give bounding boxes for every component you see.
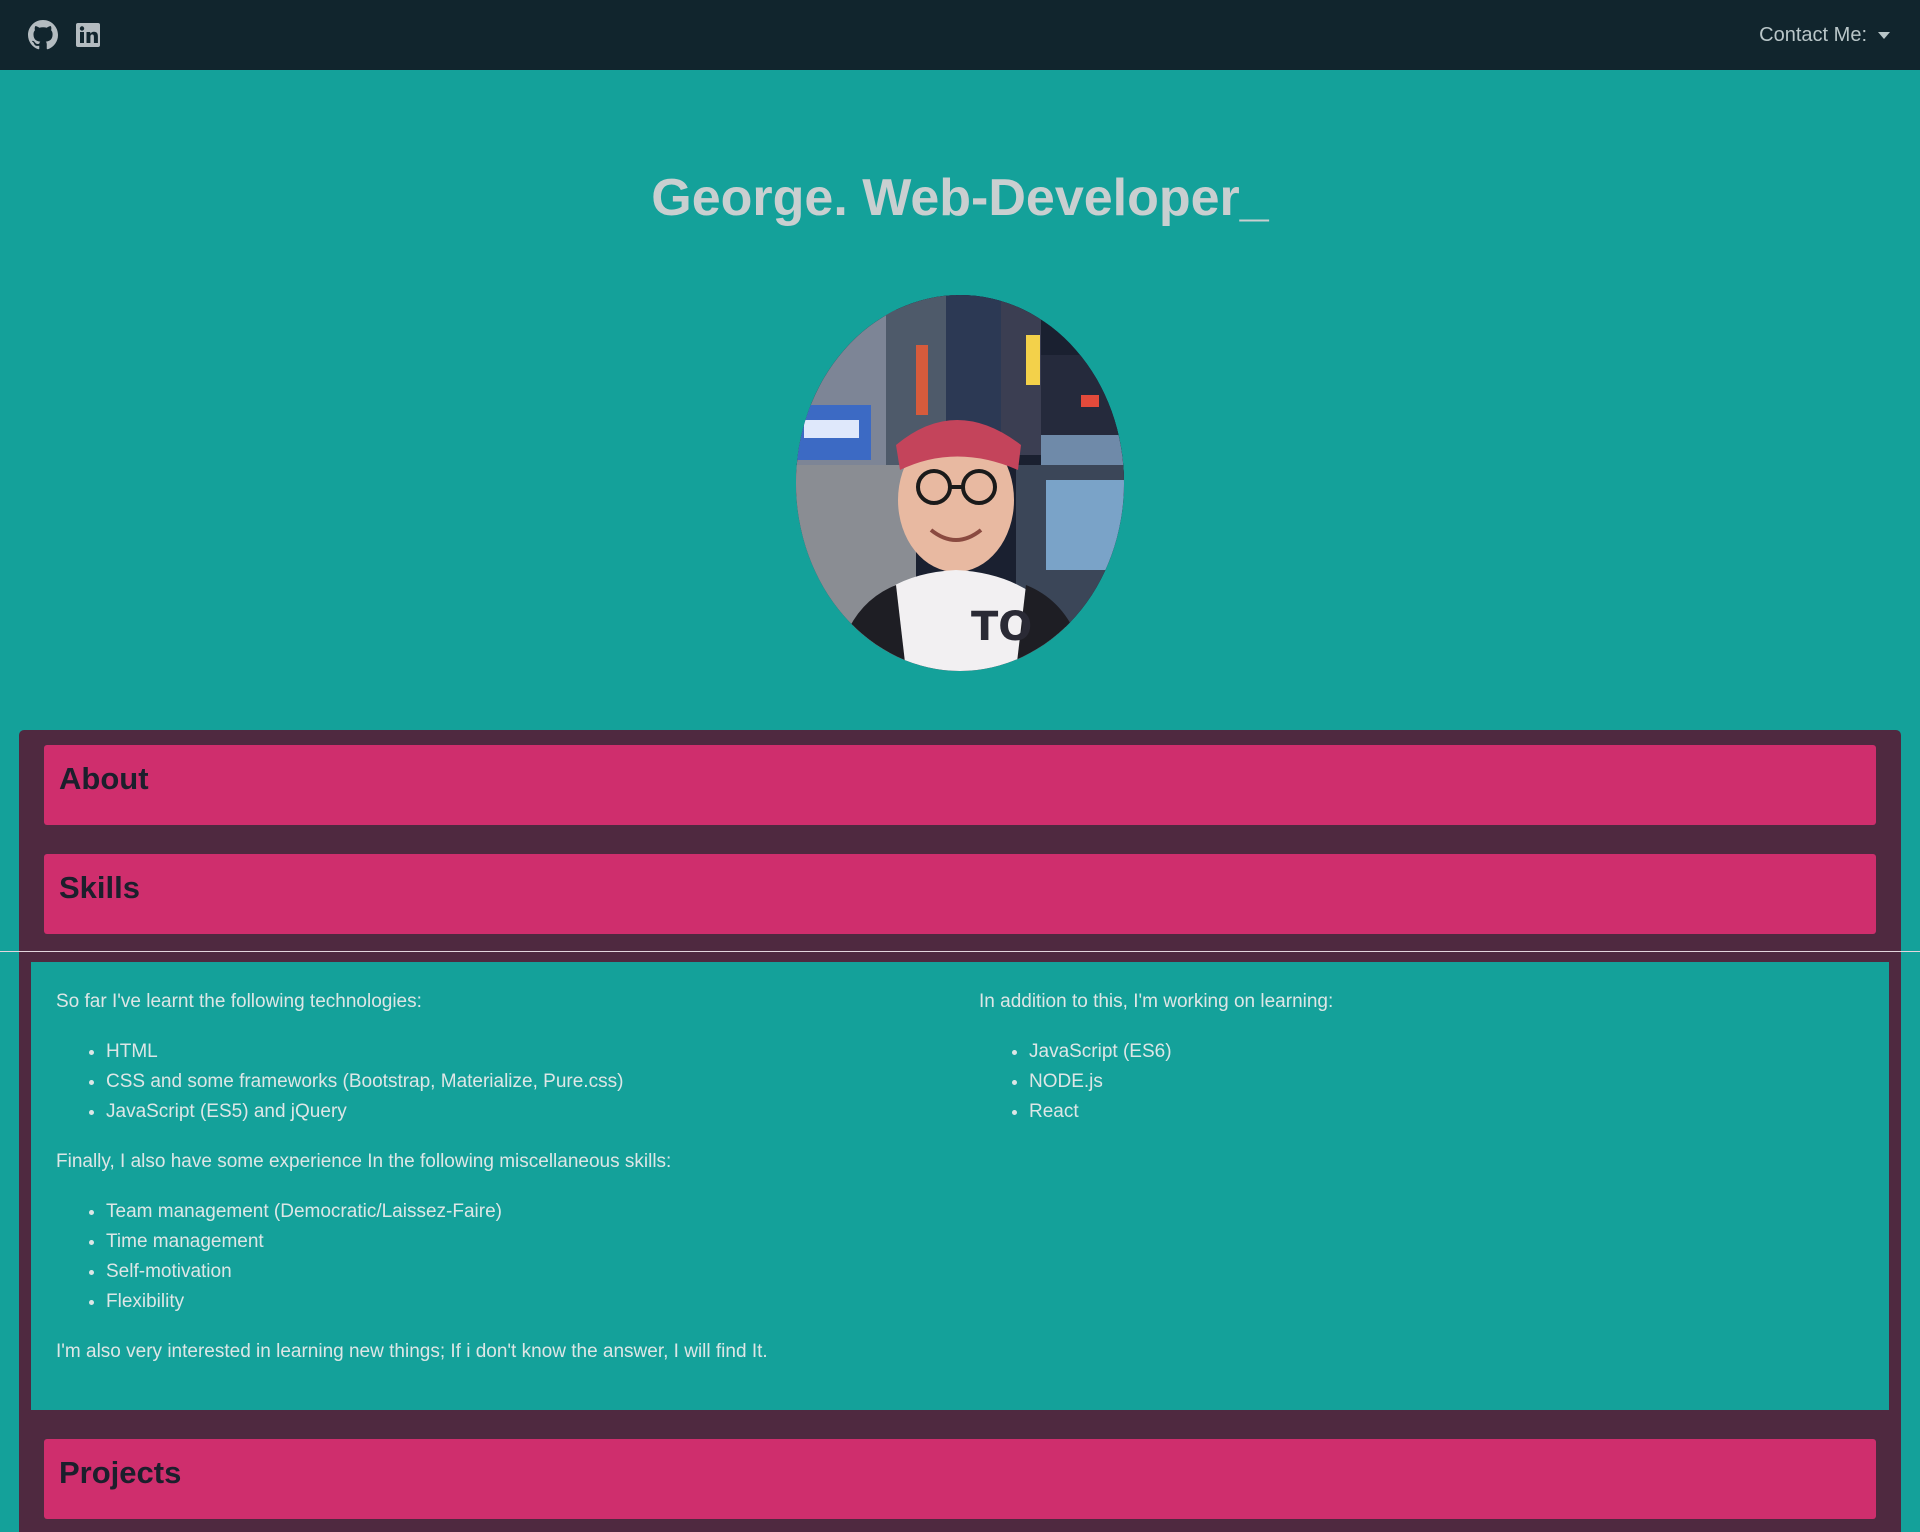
github-icon[interactable]	[28, 20, 58, 50]
list-item: React	[1029, 1097, 1859, 1127]
section-title-projects: Projects	[59, 1455, 182, 1490]
top-navbar: Contact Me:	[0, 0, 1920, 70]
skills-right-column: In addition to this, I'm working on lear…	[979, 987, 1859, 1127]
section-header-skills[interactable]: Skills	[44, 854, 1876, 934]
misc-list: Team management (Democratic/Laissez-Fair…	[56, 1197, 936, 1317]
skills-panel: So far I've learnt the following technol…	[31, 962, 1889, 1410]
learnt-intro: So far I've learnt the following technol…	[56, 991, 422, 1012]
avatar: TO	[796, 295, 1124, 671]
learnt-list: HTML CSS and some frameworks (Bootstrap,…	[56, 1037, 936, 1127]
misc-intro: Finally, I also have some experience In …	[56, 1151, 672, 1172]
list-item: JavaScript (ES6)	[1029, 1037, 1859, 1067]
list-item: Team management (Democratic/Laissez-Fair…	[106, 1197, 936, 1227]
list-item: JavaScript (ES5) and jQuery	[106, 1097, 936, 1127]
section-header-projects[interactable]: Projects	[44, 1439, 1876, 1519]
chevron-down-icon	[1878, 31, 1890, 39]
section-title-skills: Skills	[59, 870, 140, 905]
contact-dropdown[interactable]: Contact Me:	[1759, 21, 1890, 49]
learning-list: JavaScript (ES6) NODE.js React	[979, 1037, 1859, 1127]
list-item: CSS and some frameworks (Bootstrap, Mate…	[106, 1067, 936, 1097]
list-item: Flexibility	[106, 1287, 936, 1317]
list-item: HTML	[106, 1037, 936, 1067]
learning-intro: In addition to this, I'm working on lear…	[979, 991, 1334, 1012]
page-title: George. Web-Developer_	[651, 169, 1269, 227]
list-item: NODE.js	[1029, 1067, 1859, 1097]
linkedin-icon[interactable]	[73, 20, 103, 50]
divider	[0, 951, 1920, 952]
contact-dropdown-label: Contact Me:	[1759, 24, 1867, 46]
list-item: Time management	[106, 1227, 936, 1257]
list-item: Self-motivation	[106, 1257, 936, 1287]
closing-text: I'm also very interested in learning new…	[56, 1341, 768, 1362]
section-header-about[interactable]: About	[44, 745, 1876, 825]
section-title-about: About	[59, 761, 149, 796]
skills-left-column: So far I've learnt the following technol…	[56, 987, 936, 1367]
svg-text:TO: TO	[971, 604, 1032, 650]
